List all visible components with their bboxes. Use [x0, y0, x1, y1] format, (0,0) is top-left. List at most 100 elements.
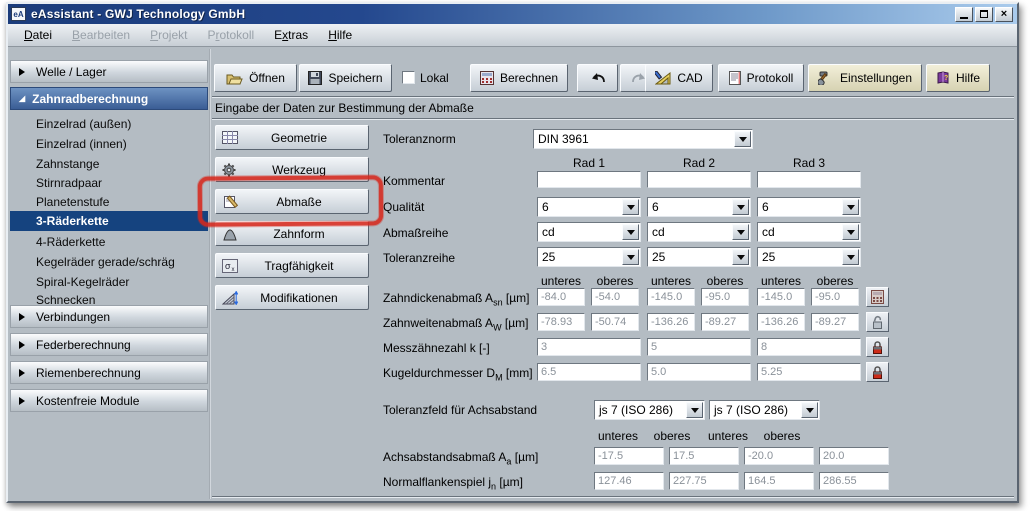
span-lower-rad3[interactable]: -136.26	[757, 313, 805, 331]
backlash-upper-2[interactable]: 286.55	[819, 472, 889, 490]
measured-teeth-rad2[interactable]: 5	[647, 338, 751, 356]
deviation-series-dropdown-rad3[interactable]: cd	[757, 222, 861, 242]
help-button[interactable]: ? Hilfe	[926, 64, 990, 92]
chevron-down-icon	[847, 255, 855, 264]
chevron-down-icon	[737, 255, 745, 264]
protocol-button[interactable]: Protokoll	[718, 64, 804, 92]
tolerance-series-dropdown-rad2[interactable]: 25	[647, 247, 751, 267]
section-button-tragfaehigkeit[interactable]: σx Tragfähigkeit	[215, 253, 369, 278]
measured-teeth-rad3[interactable]: 8	[757, 338, 861, 356]
undo-button[interactable]	[577, 64, 618, 92]
save-button[interactable]: Speichern	[299, 64, 392, 92]
sidebar-item-stirnradpaar[interactable]: Stirnradpaar	[10, 173, 208, 192]
cad-button[interactable]: CAD	[645, 64, 713, 92]
span-lower-rad1[interactable]: -78.93	[537, 313, 585, 331]
deviation-series-dropdown-rad1[interactable]: cd	[537, 222, 641, 242]
sidebar-item-4-raederkette[interactable]: 4-Räderkette	[10, 232, 208, 251]
ball-diameter-lock-button[interactable]	[866, 362, 889, 382]
span-lower-rad2[interactable]: -136.26	[647, 313, 695, 331]
dropdown-button[interactable]	[842, 224, 859, 240]
tolerance-series-dropdown-rad3[interactable]: 25	[757, 247, 861, 267]
tooth-thickness-upper-rad3[interactable]: -95.0	[811, 288, 859, 306]
measured-teeth-rad1[interactable]: 3	[537, 338, 641, 356]
toleranznorm-dropdown[interactable]: DIN 3961	[533, 129, 753, 149]
section-button-abmasse[interactable]: Abmaße	[215, 189, 369, 214]
section-button-zahnform[interactable]: Zahnform	[215, 221, 369, 246]
section-button-geometrie[interactable]: Geometrie	[215, 125, 369, 150]
tooth-thickness-upper-rad1[interactable]: -54.0	[591, 288, 639, 306]
center-distance-upper-2[interactable]: 20.0	[819, 447, 889, 465]
backlash-lower-1[interactable]: 127.46	[594, 472, 664, 490]
sidebar-item-kegelraeder[interactable]: Kegelräder gerade/schräg	[10, 252, 208, 271]
dropdown-button[interactable]	[801, 402, 818, 418]
quality-dropdown-rad1[interactable]: 6	[537, 197, 641, 217]
qualitaet-label: Qualität	[383, 200, 424, 214]
backlash-lower-2[interactable]: 164.5	[744, 472, 814, 490]
tolerance-series-dropdown-rad1[interactable]: 25	[537, 247, 641, 267]
comment-input-rad2[interactable]	[647, 171, 751, 188]
span-upper-rad1[interactable]: -50.74	[591, 313, 639, 331]
ball-diameter-rad3[interactable]: 5.25	[757, 363, 861, 381]
tooth-thickness-lower-rad2[interactable]: -145.0	[647, 288, 695, 306]
dropdown-button[interactable]	[842, 199, 859, 215]
sidebar-group-welle-lager[interactable]: Welle / Lager	[10, 60, 208, 83]
dropdown-button[interactable]	[842, 249, 859, 265]
dropdown-button[interactable]	[732, 224, 749, 240]
toolbar-divider	[212, 96, 1014, 98]
section-button-modifikationen[interactable]: Modifikationen	[215, 285, 369, 310]
tools-icon	[818, 71, 834, 85]
dropdown-button[interactable]	[622, 224, 639, 240]
menu-datei[interactable]: Datei	[14, 25, 62, 45]
dropdown-button[interactable]	[686, 402, 703, 418]
sidebar-group-riemenberechnung[interactable]: Riemenberechnung	[10, 361, 208, 384]
purple-book-icon: ?	[936, 71, 950, 85]
settings-button[interactable]: Einstellungen	[808, 64, 922, 92]
lokal-checkbox[interactable]	[402, 71, 415, 84]
tooth-thickness-calc-button[interactable]	[866, 287, 889, 307]
backlash-upper-1[interactable]: 227.75	[669, 472, 739, 490]
sidebar-item-planetenstufe[interactable]: Planetenstufe	[10, 192, 208, 211]
span-upper-rad2[interactable]: -89.27	[701, 313, 749, 331]
tooth-thickness-upper-rad2[interactable]: -95.0	[701, 288, 749, 306]
open-button[interactable]: Öffnen	[214, 64, 297, 92]
achsabstandsabmass-label: Achsabstandsabmaß Aa [µm]	[383, 450, 538, 466]
measured-teeth-lock-button[interactable]	[866, 337, 889, 357]
deviation-series-dropdown-rad2[interactable]: cd	[647, 222, 751, 242]
tooth-thickness-lower-rad3[interactable]: -145.0	[757, 288, 805, 306]
sidebar-group-verbindungen[interactable]: Verbindungen	[10, 305, 208, 328]
section-button-werkzeug[interactable]: Werkzeug	[215, 157, 369, 182]
dropdown-button[interactable]	[734, 131, 751, 147]
span-lock-button[interactable]	[866, 312, 889, 332]
dropdown-button[interactable]	[732, 199, 749, 215]
sidebar-item-einzelrad-innen[interactable]: Einzelrad (innen)	[10, 134, 208, 153]
sidebar-group-zahnradberechnung[interactable]: ◢ Zahnradberechnung	[10, 87, 208, 110]
center-distance-lower-2[interactable]: -20.0	[744, 447, 814, 465]
sidebar-item-3-raederkette[interactable]: 3-Räderkette	[10, 211, 208, 231]
sidebar-item-einzelrad-aussen[interactable]: Einzelrad (außen)	[10, 114, 208, 133]
sidebar-group-kostenfreie-module[interactable]: Kostenfreie Module	[10, 389, 208, 412]
maximize-button[interactable]	[975, 7, 993, 22]
menu-extras[interactable]: Extras	[264, 25, 318, 45]
dropdown-button[interactable]	[732, 249, 749, 265]
tooth-thickness-lower-rad1[interactable]: -84.0	[537, 288, 585, 306]
center-distance-lower-1[interactable]: -17.5	[594, 447, 664, 465]
dropdown-button[interactable]	[622, 249, 639, 265]
comment-input-rad3[interactable]	[757, 171, 861, 188]
calculate-button[interactable]: Berechnen	[470, 64, 568, 92]
axis-tolerance-dropdown-2[interactable]: js 7 (ISO 286)	[709, 400, 820, 420]
comment-input-rad1[interactable]	[537, 171, 641, 188]
quality-dropdown-rad2[interactable]: 6	[647, 197, 751, 217]
axis-tolerance-dropdown-1[interactable]: js 7 (ISO 286)	[594, 400, 705, 420]
sidebar-item-zahnstange[interactable]: Zahnstange	[10, 154, 208, 173]
close-button[interactable]: ×	[995, 7, 1013, 22]
sidebar-group-federberechnung[interactable]: Federberechnung	[10, 333, 208, 356]
minimize-button[interactable]	[955, 7, 973, 22]
menu-hilfe[interactable]: Hilfe	[318, 25, 362, 45]
ball-diameter-rad2[interactable]: 5.0	[647, 363, 751, 381]
span-upper-rad3[interactable]: -89.27	[811, 313, 859, 331]
center-distance-upper-1[interactable]: 17.5	[669, 447, 739, 465]
sidebar-item-spiral-kegelraeder[interactable]: Spiral-Kegelräder	[10, 272, 208, 291]
quality-dropdown-rad3[interactable]: 6	[757, 197, 861, 217]
dropdown-button[interactable]	[622, 199, 639, 215]
ball-diameter-rad1[interactable]: 6.5	[537, 363, 641, 381]
